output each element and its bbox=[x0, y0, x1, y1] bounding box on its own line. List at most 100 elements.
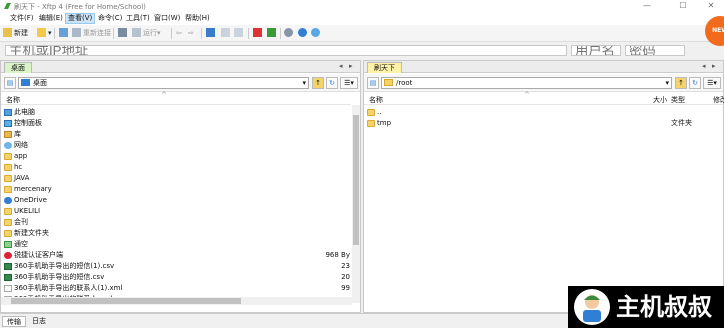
remote-parent-folder-button[interactable]: ↑ bbox=[675, 77, 687, 89]
toolbar: 新建 ▾ 重新连接 运行▾ ⇦ ⇨ bbox=[0, 25, 724, 42]
local-refresh-button[interactable]: ↻ bbox=[326, 77, 338, 89]
reconnect-button[interactable]: 重新连接 bbox=[72, 28, 111, 39]
tab-next-icon[interactable]: ▸ bbox=[349, 62, 353, 70]
username-input[interactable] bbox=[571, 45, 621, 56]
local-item-name: mercenary bbox=[14, 185, 52, 193]
folder-icon bbox=[4, 219, 12, 226]
tab-prev-icon[interactable]: ◂ bbox=[702, 62, 706, 70]
menu-help[interactable]: 帮助(H) bbox=[183, 13, 212, 24]
local-item-name: 网络 bbox=[14, 141, 28, 149]
local-vertical-scrollbar[interactable] bbox=[352, 105, 360, 303]
remote-view-button[interactable]: ☰▾ bbox=[703, 77, 721, 89]
local-list-item[interactable]: 通空 bbox=[1, 239, 351, 250]
local-horizontal-scrollbar[interactable] bbox=[1, 297, 352, 305]
folder-icon bbox=[4, 230, 12, 237]
paste-button[interactable] bbox=[234, 28, 245, 39]
chevron-down-icon: ▾ bbox=[665, 79, 669, 87]
net-icon bbox=[4, 142, 12, 149]
folder-icon bbox=[4, 164, 12, 171]
toolbar-separator bbox=[280, 28, 281, 39]
local-parent-folder-button[interactable]: ↑ bbox=[312, 77, 324, 89]
menu-edit[interactable]: 编辑(E) bbox=[37, 13, 65, 24]
remote-refresh-button[interactable]: ↻ bbox=[689, 77, 701, 89]
remote-tree-toggle-icon[interactable]: ▤ bbox=[367, 77, 379, 89]
remote-col-modified[interactable]: 修改 bbox=[713, 95, 724, 105]
remote-col-name[interactable]: 名称 bbox=[369, 95, 383, 105]
remote-list-item[interactable]: .. bbox=[364, 107, 723, 118]
folder-icon bbox=[384, 79, 393, 86]
local-list-item[interactable]: 库 bbox=[1, 129, 351, 140]
remote-col-size[interactable]: 大小 bbox=[653, 95, 667, 105]
local-list-item[interactable]: OneDrive bbox=[1, 195, 351, 206]
local-list-item[interactable]: 360手机助手导出的短信(1).csv 23 bbox=[1, 261, 351, 272]
sort-caret-icon: ^ bbox=[524, 91, 530, 99]
local-list-item[interactable]: mercenary bbox=[1, 184, 351, 195]
local-col-name[interactable]: 名称 bbox=[6, 95, 20, 105]
minimize-button[interactable]: — bbox=[636, 0, 658, 12]
password-input[interactable] bbox=[625, 45, 685, 56]
options-button[interactable] bbox=[284, 28, 295, 39]
local-tree-toggle-icon[interactable]: ▤ bbox=[4, 77, 16, 89]
local-list-item[interactable]: 新建文件夹 bbox=[1, 228, 351, 239]
chat-button[interactable] bbox=[311, 28, 322, 39]
local-vscroll-thumb[interactable] bbox=[353, 115, 359, 245]
maximize-button[interactable]: ☐ bbox=[672, 0, 694, 12]
local-path-combobox[interactable]: 桌面 ▾ bbox=[18, 77, 309, 89]
file-icon bbox=[4, 285, 12, 292]
local-hscroll-thumb[interactable] bbox=[11, 298, 241, 304]
local-list-item[interactable]: 360手机助手导出的联系人(1).xml 99 bbox=[1, 283, 351, 294]
toolbar-separator bbox=[171, 28, 172, 39]
tab-desktop[interactable]: 桌面 bbox=[4, 62, 32, 73]
tab-transfers[interactable]: 传输 bbox=[2, 316, 26, 327]
local-list-item[interactable]: UKELILI bbox=[1, 206, 351, 217]
new-session-button[interactable]: 新建 bbox=[3, 28, 28, 39]
toolbar-separator bbox=[113, 28, 114, 39]
back-button[interactable]: ⇦ bbox=[176, 28, 182, 39]
xshell-button[interactable] bbox=[253, 28, 264, 39]
remote-tab-strip: 刷天下 ◂ ▸ bbox=[364, 61, 723, 73]
run-button[interactable]: 运行▾ bbox=[132, 28, 161, 39]
local-list-item[interactable]: 锐捷认证客户端 968 By bbox=[1, 250, 351, 261]
open-folder-button[interactable]: ▾ bbox=[37, 28, 52, 39]
sync-button[interactable] bbox=[206, 28, 217, 39]
forward-button[interactable]: ⇨ bbox=[188, 28, 194, 39]
local-tab-strip: 桌面 ◂ ▸ bbox=[1, 61, 360, 73]
close-button[interactable]: ✕ bbox=[700, 0, 722, 12]
chat-icon bbox=[311, 28, 320, 37]
properties-icon bbox=[118, 28, 127, 37]
copy-button[interactable] bbox=[221, 28, 232, 39]
remote-path-combobox[interactable]: /root ▾ bbox=[381, 77, 672, 89]
xmanager-button[interactable] bbox=[267, 28, 278, 39]
help-button[interactable] bbox=[298, 28, 309, 39]
local-list-item[interactable]: 控制面板 bbox=[1, 118, 351, 129]
local-list-item[interactable]: 会刊 bbox=[1, 217, 351, 228]
local-list-item[interactable]: 360手机助手导出的短信.csv 20 bbox=[1, 272, 351, 283]
local-list-item[interactable]: JAVA bbox=[1, 173, 351, 184]
tab-next-icon[interactable]: ▸ bbox=[712, 62, 716, 70]
remote-col-type[interactable]: 类型 bbox=[671, 95, 685, 105]
menu-window[interactable]: 窗口(W) bbox=[152, 13, 182, 24]
chevron-down-icon: ▾ bbox=[302, 79, 306, 87]
disconnect-button[interactable] bbox=[59, 28, 70, 39]
menu-command[interactable]: 命令(C) bbox=[96, 13, 124, 24]
menu-file[interactable]: 文件(F) bbox=[8, 13, 36, 24]
properties-button[interactable] bbox=[118, 28, 129, 39]
local-list-item[interactable]: 此电脑 bbox=[1, 107, 351, 118]
menu-view[interactable]: 查看(V) bbox=[65, 13, 96, 24]
tab-prev-icon[interactable]: ◂ bbox=[339, 62, 343, 70]
help-icon bbox=[298, 28, 307, 37]
xls-icon bbox=[4, 274, 12, 281]
window-title: 刷天下 - Xftp 4 (Free for Home/School) bbox=[14, 3, 146, 11]
remote-list-item[interactable]: tmp 文件夹 bbox=[364, 118, 723, 129]
menu-tools[interactable]: 工具(T) bbox=[124, 13, 152, 24]
local-list-item[interactable]: hc bbox=[1, 162, 351, 173]
tab-remote-session[interactable]: 刷天下 bbox=[367, 62, 402, 73]
local-list-item[interactable]: app bbox=[1, 151, 351, 162]
xftp-logo-icon bbox=[3, 2, 12, 10]
tab-log[interactable]: 日志 bbox=[28, 316, 50, 327]
local-list-item[interactable]: 网络 bbox=[1, 140, 351, 151]
local-item-name: 通空 bbox=[14, 240, 28, 248]
remote-column-header: 名称 ^ 大小 类型 修改 bbox=[364, 91, 724, 105]
host-input[interactable] bbox=[5, 45, 567, 56]
local-view-button[interactable]: ☰▾ bbox=[340, 77, 358, 89]
